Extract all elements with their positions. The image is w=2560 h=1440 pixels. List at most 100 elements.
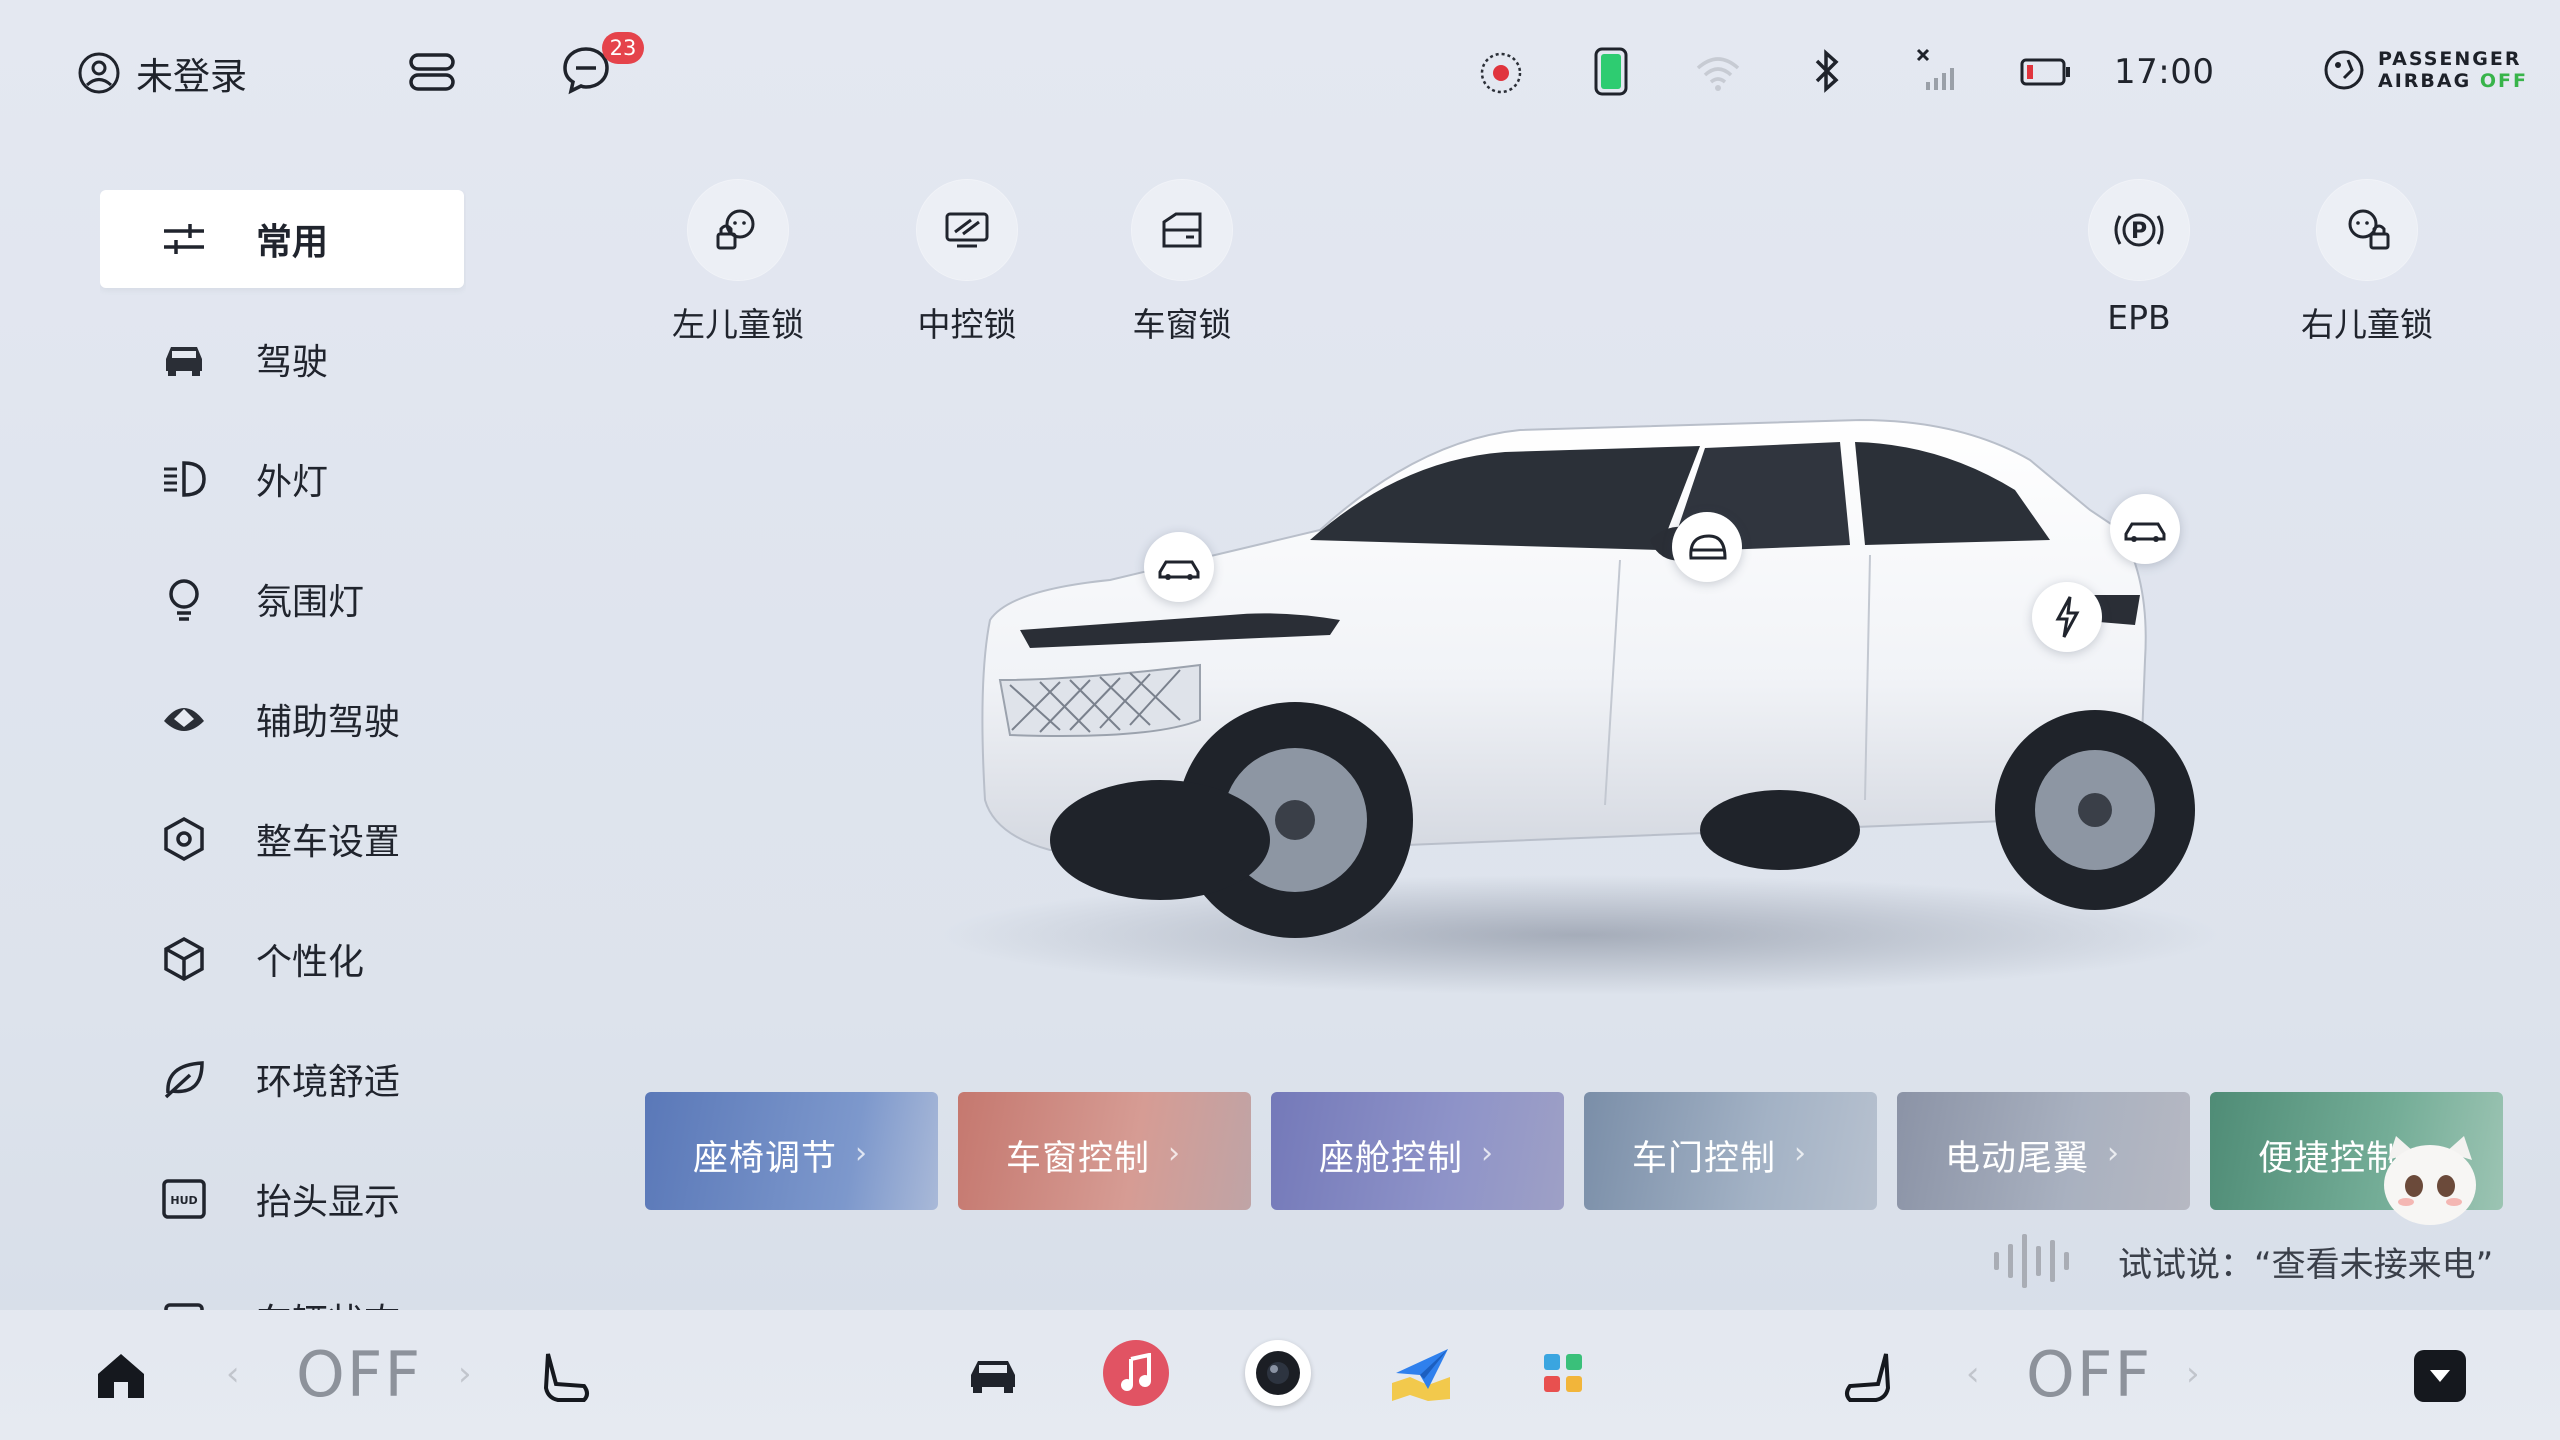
battery-icon — [2020, 58, 2070, 86]
epb-label: EPB — [2107, 298, 2171, 337]
recording-icon — [1480, 52, 1522, 94]
sidebar-item-vehicle-settings[interactable]: 整车设置 — [100, 790, 464, 888]
sidebar-item-common[interactable]: 常用 — [100, 190, 464, 288]
central-lock-icon — [945, 212, 989, 248]
steering-wheel-icon — [160, 695, 208, 743]
seat-adjust-card[interactable]: 座椅调节 › — [645, 1092, 938, 1210]
front-hood-icon — [1158, 560, 1200, 580]
left-temp-display: OFF — [296, 1338, 423, 1411]
epb-button[interactable]: P EPB — [2064, 180, 2214, 337]
svg-text:P: P — [2131, 219, 2147, 244]
camera-app-button[interactable] — [1245, 1340, 1311, 1406]
sidebar-item-vehicle-status[interactable]: 车辆状态 — [100, 1270, 464, 1310]
dock-collapse-button[interactable] — [2414, 1350, 2466, 1402]
card-label: 座椅调节 — [693, 1139, 838, 1179]
sidebar-item-exterior-lights[interactable]: 外灯 — [100, 430, 464, 528]
sidebar-item-label: 常用 — [256, 222, 329, 263]
apps-grid-icon — [1544, 1354, 1582, 1392]
sidebar-item-label: 外灯 — [256, 462, 329, 503]
sidebar-item-personalization[interactable]: 个性化 — [100, 910, 464, 1008]
window-lock-icon — [1162, 212, 1202, 248]
left-child-lock-label: 左儿童锁 — [672, 305, 804, 344]
card-label: 车门控制 — [1632, 1139, 1777, 1179]
sidebar-item-label: 驾驶 — [256, 342, 329, 383]
airbag-line2: AIRBAG — [2378, 70, 2472, 92]
window-lock-label: 车窗锁 — [1132, 305, 1232, 344]
car-app-button[interactable] — [960, 1342, 1026, 1408]
sidebar-item-label: 环境舒适 — [256, 1062, 401, 1103]
hud-icon: HUD — [160, 1175, 208, 1223]
navigation-app-button[interactable] — [1388, 1340, 1454, 1406]
sidebar-item-hud[interactable]: HUD 抬头显示 — [100, 1150, 464, 1248]
user-login[interactable]: 未登录 — [76, 46, 247, 100]
car-illustration — [940, 418, 2220, 995]
airbag-icon — [2324, 50, 2364, 90]
child-lock-left-icon — [716, 209, 755, 250]
left-temp-increase-button[interactable]: › — [458, 1354, 472, 1394]
driver-seat-icon[interactable] — [540, 1350, 594, 1406]
mirror-icon — [1689, 534, 1727, 560]
right-child-lock-button[interactable]: 右儿童锁 — [2292, 180, 2442, 346]
phone-battery-icon — [1594, 47, 1628, 96]
rear-hatch-hotspot[interactable] — [2110, 494, 2180, 564]
messages-button[interactable]: 23 — [560, 32, 644, 96]
clock: 17:00 — [2114, 52, 2215, 92]
passenger-airbag-status: PASSENGER AIRBAG OFF — [2322, 48, 2528, 92]
front-hood-hotspot[interactable] — [1144, 532, 1214, 602]
sidebar-item-driver-assist[interactable]: 辅助驾驶 — [100, 670, 464, 768]
sidebar-item-label: 抬头显示 — [256, 1182, 401, 1223]
power-spoiler-card[interactable]: 电动尾翼 › — [1897, 1092, 2190, 1210]
window-control-card[interactable]: 车窗控制 › — [958, 1092, 1251, 1210]
headlight-icon — [160, 455, 208, 503]
vehicle-status-icon — [160, 1295, 208, 1310]
charge-port-hotspot[interactable] — [2032, 582, 2102, 652]
voice-hint-text: 试试说：“查看未接来电” — [2118, 1244, 2494, 1285]
right-child-lock-label: 右儿童锁 — [2301, 305, 2433, 344]
apps-grid-button[interactable] — [1530, 1340, 1596, 1406]
charge-port-icon — [2055, 596, 2080, 638]
music-app-button[interactable] — [1103, 1340, 1169, 1406]
airbag-state: OFF — [2479, 70, 2528, 92]
sliders-icon — [160, 215, 208, 263]
right-temp-increase-button[interactable]: › — [2186, 1354, 2200, 1394]
central-lock-button[interactable]: 中控锁 — [892, 180, 1042, 346]
signal-off-icon — [1916, 48, 1954, 90]
right-temp-decrease-button[interactable]: ‹ — [1966, 1354, 1980, 1394]
home-icon[interactable] — [94, 1350, 148, 1402]
sidebar-item-comfort[interactable]: 环境舒适 — [100, 1030, 464, 1128]
airbag-line1: PASSENGER — [2378, 48, 2522, 70]
camera-icon — [1256, 1351, 1300, 1395]
central-lock-label: 中控锁 — [917, 305, 1017, 344]
voice-waveform-icon — [1994, 1234, 2069, 1288]
user-label: 未登录 — [136, 55, 247, 98]
window-lock-button[interactable]: 车窗锁 — [1107, 180, 1257, 346]
sidebar-item-ambient-light[interactable]: 氛围灯 — [100, 550, 464, 648]
child-lock-right-icon — [2348, 209, 2390, 250]
chevron-right-icon: › — [1794, 1136, 1806, 1171]
passenger-seat-icon[interactable] — [1840, 1350, 1894, 1406]
chevron-down-icon — [2430, 1370, 2450, 1382]
car-icon — [971, 1361, 1015, 1393]
door-control-card[interactable]: 车门控制 › — [1584, 1092, 1877, 1210]
cabin-control-card[interactable]: 座舱控制 › — [1271, 1092, 1564, 1210]
cube-icon — [160, 935, 208, 983]
card-label: 座舱控制 — [1319, 1139, 1464, 1179]
hud-icon-text: HUD — [170, 1194, 197, 1207]
mirror-hotspot[interactable] — [1672, 512, 1742, 582]
sidebar: 常用 驾驶 外灯 氛围灯 辅助驾驶 整车设置 个性化 环境舒适 HUD 抬头显示… — [100, 190, 466, 1310]
sidebar-item-label: 个性化 — [256, 942, 365, 983]
hexagon-settings-icon — [160, 815, 208, 863]
bulb-icon — [160, 575, 208, 623]
sidebar-item-driving[interactable]: 驾驶 — [100, 310, 464, 408]
voice-assistant-avatar[interactable] — [2370, 1130, 2490, 1230]
chevron-right-icon: › — [855, 1136, 867, 1171]
sidebar-item-label: 车辆状态 — [256, 1293, 400, 1310]
left-child-lock-button[interactable]: 左儿童锁 — [663, 180, 813, 346]
car-front-icon — [160, 335, 208, 383]
parking-brake-icon: P — [2114, 213, 2164, 247]
display-switch-icon[interactable] — [408, 52, 456, 92]
left-temp-decrease-button[interactable]: ‹ — [226, 1354, 240, 1394]
message-count-badge: 23 — [602, 32, 644, 64]
right-temp-display: OFF — [2026, 1338, 2153, 1411]
sidebar-item-label: 辅助驾驶 — [256, 702, 401, 743]
